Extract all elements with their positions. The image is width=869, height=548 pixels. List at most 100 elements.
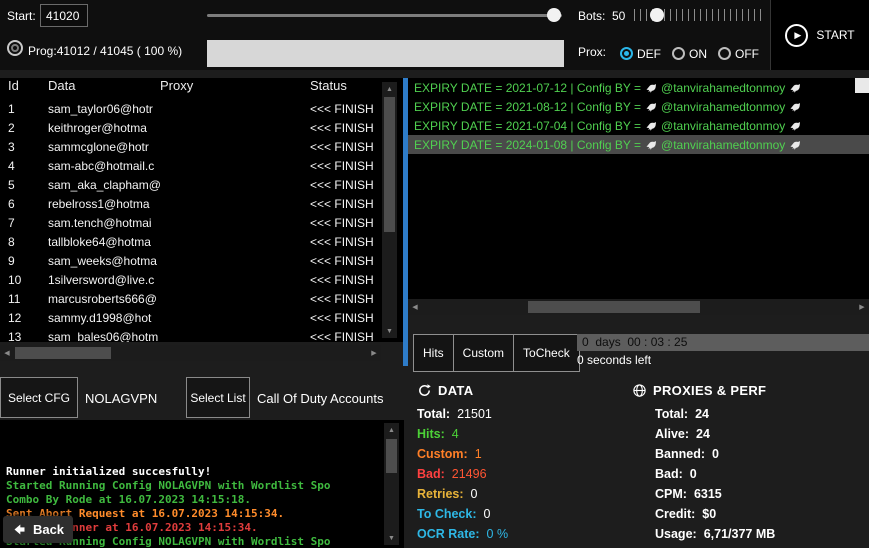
back-button[interactable]: Back <box>3 516 73 543</box>
hit-text: EXPIRY DATE = 2021-07-04 | Config BY = <box>414 118 642 133</box>
stat-row: Credit: $0 <box>655 504 775 524</box>
stat-label: Retries: <box>417 487 464 501</box>
table-row[interactable]: 2 keithroger@hotma <<< FINISH <box>0 119 404 138</box>
scroll-left-icon[interactable]: ◀ <box>408 299 422 315</box>
arrow-left-icon <box>14 524 25 535</box>
log-vertical-scrollbar[interactable]: ▲ ▼ <box>384 423 399 545</box>
stat-value: 21496 <box>451 467 487 481</box>
progress-bar <box>207 40 564 67</box>
cell-id: 5 <box>8 178 15 192</box>
start-button[interactable]: ▶ START <box>770 0 869 70</box>
hit-text: EXPIRY DATE = 2021-08-12 | Config BY = <box>414 99 642 114</box>
results-horizontal-scrollbar[interactable]: ◀ ▶ <box>408 299 869 315</box>
cell-status: <<< FINISH <box>310 216 374 230</box>
bots-slider[interactable] <box>634 5 764 25</box>
stat-label: Custom: <box>417 447 468 461</box>
cell-data: rebelross1@hotma <box>48 197 150 211</box>
table-row[interactable]: 6 rebelross1@hotma <<< FINISH <box>0 195 404 214</box>
scroll-left-icon[interactable]: ◀ <box>0 345 14 361</box>
stat-value: 24 <box>696 427 710 441</box>
table-row[interactable]: 3 sammcglone@hotr <<< FINISH <box>0 138 404 157</box>
proxy-mode-option[interactable]: OFF <box>718 47 759 61</box>
table-row[interactable]: 7 sam.tench@hotmai <<< FINISH <box>0 214 404 233</box>
start-slider-thumb[interactable] <box>547 8 561 22</box>
column-header-id[interactable]: Id <box>8 78 19 93</box>
progress-text: Prog:41012 / 41045 ( 100 %) <box>28 44 182 58</box>
table-row[interactable]: 11 marcusroberts666@ <<< FINISH <box>0 290 404 309</box>
stat-label: Usage: <box>655 527 697 541</box>
scroll-up-icon[interactable]: ▲ <box>384 423 399 437</box>
hit-row[interactable]: EXPIRY DATE = 2021-08-12 | Config BY = @… <box>408 97 869 116</box>
scrollbar-thumb[interactable] <box>528 301 700 313</box>
proxies-panel-title: PROXIES & PERF <box>653 383 767 398</box>
cell-id: 8 <box>8 235 15 249</box>
scroll-right-icon[interactable]: ▶ <box>855 299 869 315</box>
scrollbar-thumb[interactable] <box>384 97 395 232</box>
stat-row: Usage: 6,71/377 MB <box>655 524 775 544</box>
table-row[interactable]: 4 sam-abc@hotmail.c <<< FINISH <box>0 157 404 176</box>
select-list-button[interactable]: Select List <box>186 377 250 418</box>
result-tab[interactable]: Custom <box>452 334 515 372</box>
table-row[interactable]: 10 1silversword@live.c <<< FINISH <box>0 271 404 290</box>
result-tab[interactable]: Hits <box>413 334 454 372</box>
stat-row: OCR Rate: 0 % <box>417 524 508 544</box>
data-panel-header: DATA <box>417 383 508 398</box>
cell-data: 1silversword@live.c <box>48 273 155 287</box>
cell-status: <<< FINISH <box>310 330 374 342</box>
cell-data: sam_weeks@hotma <box>48 254 157 268</box>
column-header-data[interactable]: Data <box>48 78 75 93</box>
start-position-input[interactable] <box>40 4 88 27</box>
progress-radio-icon[interactable] <box>7 40 23 56</box>
table-row[interactable]: 12 sammy.d1998@hot <<< FINISH <box>0 309 404 328</box>
cell-data: sam_taylor06@hotr <box>48 102 153 116</box>
cell-status: <<< FINISH <box>310 121 374 135</box>
select-cfg-button[interactable]: Select CFG <box>0 377 78 418</box>
proxy-mode-group: DEF ON OFF <box>620 40 759 67</box>
table-row[interactable]: 13 sam_bales06@hotm <<< FINISH <box>0 328 404 342</box>
log-line: Runner initialized succesfully! <box>6 465 212 478</box>
bots-slider-thumb[interactable] <box>650 8 664 22</box>
results-scrollbar-thumb[interactable] <box>855 78 869 93</box>
data-stats-list: Total: 21501 Hits: 4 Custom: 1 Bad: 21496 Re… <box>417 404 508 544</box>
stat-value: 1 <box>474 447 482 461</box>
table-vertical-scrollbar[interactable]: ▲ ▼ <box>382 82 397 338</box>
cell-status: <<< FINISH <box>310 235 374 249</box>
scrollbar-thumb[interactable] <box>15 347 111 359</box>
stat-value: $0 <box>702 507 717 521</box>
scroll-up-icon[interactable]: ▲ <box>382 82 397 96</box>
stat-value: 6315 <box>693 487 722 501</box>
cell-id: 6 <box>8 197 15 211</box>
column-header-proxy[interactable]: Proxy <box>160 78 193 93</box>
start-slider[interactable] <box>207 7 562 23</box>
result-tab[interactable]: ToCheck <box>513 334 580 372</box>
cell-id: 4 <box>8 159 15 173</box>
stat-label: OCR Rate: <box>417 527 480 541</box>
radio-icon <box>718 47 731 60</box>
cell-status: <<< FINISH <box>310 311 374 325</box>
stat-row: Retries: 0 <box>417 484 508 504</box>
scroll-down-icon[interactable]: ▼ <box>382 324 397 338</box>
table-row[interactable]: 8 tallbloke64@hotma <<< FINISH <box>0 233 404 252</box>
data-panel-title: DATA <box>438 383 474 398</box>
stat-label: Total: <box>655 407 689 421</box>
table-body: 1 sam_taylor06@hotr <<< FINISH 2 keithro… <box>0 100 404 342</box>
hit-row[interactable]: EXPIRY DATE = 2021-07-12 | Config BY = @… <box>408 78 869 97</box>
table-row[interactable]: 1 sam_taylor06@hotr <<< FINISH <box>0 100 404 119</box>
hit-row[interactable]: EXPIRY DATE = 2024-01-08 | Config BY = @… <box>408 135 869 154</box>
stat-value: 0 <box>470 487 478 501</box>
scroll-right-icon[interactable]: ▶ <box>367 345 381 361</box>
proxy-mode-option[interactable]: DEF <box>620 47 661 61</box>
table-row[interactable]: 5 sam_aka_clapham@ <<< FINISH <box>0 176 404 195</box>
scroll-down-icon[interactable]: ▼ <box>384 531 399 545</box>
table-horizontal-scrollbar[interactable]: ◀ ▶ <box>0 345 381 361</box>
dove-icon <box>790 140 801 150</box>
cell-id: 7 <box>8 216 15 230</box>
start-slider-track[interactable] <box>207 14 562 17</box>
proxy-mode-option[interactable]: ON <box>672 47 707 61</box>
scrollbar-thumb[interactable] <box>386 439 397 473</box>
column-header-status[interactable]: Status <box>310 78 347 93</box>
hit-row[interactable]: EXPIRY DATE = 2021-07-04 | Config BY = @… <box>408 116 869 135</box>
cell-id: 1 <box>8 102 15 116</box>
topbar: Start: Bots: 50 Prog:41012 / 41045 ( 100… <box>0 0 770 70</box>
table-row[interactable]: 9 sam_weeks@hotma <<< FINISH <box>0 252 404 271</box>
